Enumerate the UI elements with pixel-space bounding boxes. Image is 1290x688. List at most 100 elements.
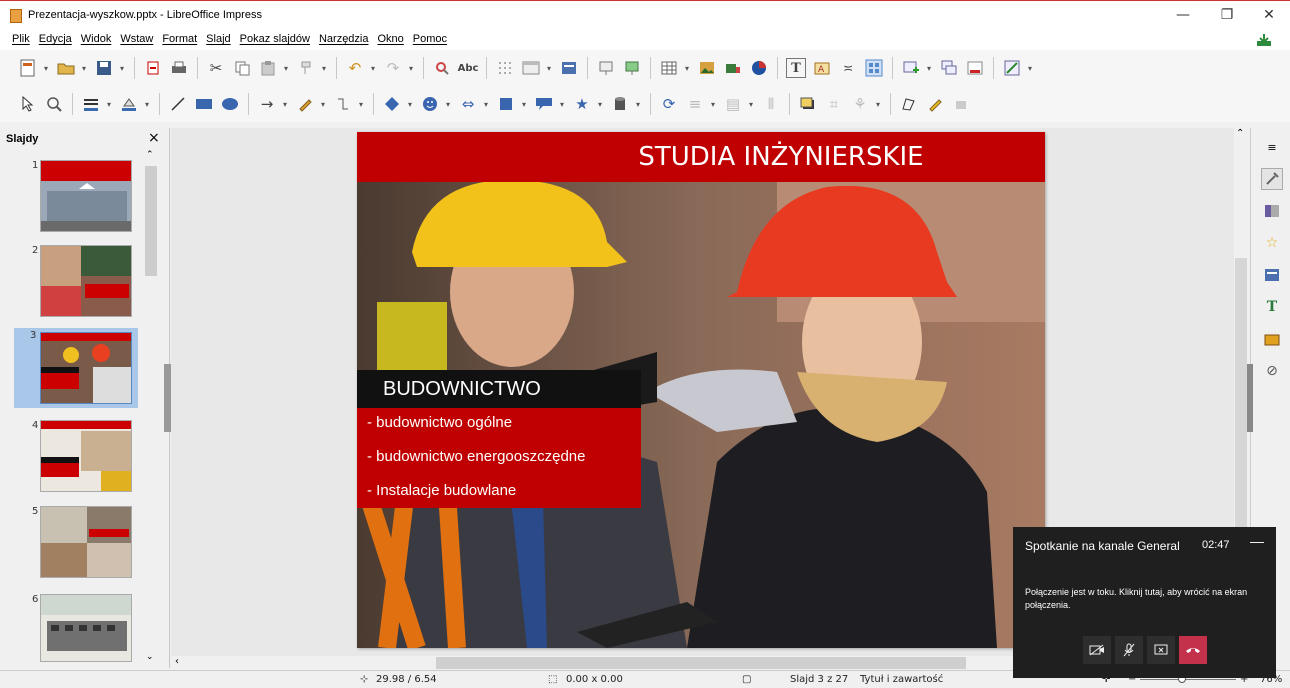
slide-thumbnail-2[interactable] [40, 245, 132, 317]
basic-shapes-dropdown-icon[interactable]: ▾ [408, 100, 414, 109]
rotate-icon[interactable]: ⟳ [659, 94, 679, 114]
menu-pokaz-slajdow[interactable]: Pokaz slajdów [240, 33, 310, 45]
insert-table-icon[interactable] [659, 58, 679, 78]
slide-thumbnail-5[interactable] [40, 506, 132, 578]
flowchart-dropdown-icon[interactable]: ▾ [522, 100, 528, 109]
copy-icon[interactable] [232, 58, 252, 78]
sidebar-collapse-handle[interactable] [1247, 364, 1253, 432]
scroll-down-icon[interactable]: ⌄ [146, 652, 154, 662]
symbol-shapes-icon[interactable] [420, 94, 440, 114]
zoom-pan-icon[interactable] [44, 94, 64, 114]
print-icon[interactable] [169, 58, 189, 78]
stop-sharing-icon[interactable] [1147, 636, 1175, 664]
hang-up-button[interactable] [1179, 636, 1207, 664]
curve-dropdown-icon[interactable]: ▾ [321, 100, 327, 109]
master-slide-icon[interactable] [559, 58, 579, 78]
undo-dropdown-icon[interactable]: ▾ [371, 64, 377, 73]
arrange-dropdown-icon[interactable]: ▾ [749, 100, 755, 109]
align-dropdown-icon[interactable]: ▾ [711, 100, 717, 109]
stars-dropdown-icon[interactable]: ▾ [598, 100, 604, 109]
save-icon[interactable] [94, 58, 114, 78]
redo-dropdown-icon[interactable]: ▾ [409, 64, 415, 73]
popup-minimize-button[interactable]: — [1250, 533, 1264, 549]
paste-dropdown-icon[interactable]: ▾ [284, 64, 290, 73]
slide-layout-icon[interactable] [1002, 58, 1022, 78]
connector-icon[interactable] [333, 94, 353, 114]
cut-icon[interactable]: ✂ [206, 58, 226, 78]
scrollbar-thumb[interactable] [436, 657, 966, 669]
menu-slajd[interactable]: Slajd [206, 33, 230, 45]
3d-objects-icon[interactable] [610, 94, 630, 114]
paste-icon[interactable] [258, 58, 278, 78]
start-current-slide-icon[interactable] [622, 58, 642, 78]
filter-icon[interactable]: ⚘ [850, 94, 870, 114]
flowchart-icon[interactable] [496, 94, 516, 114]
spellcheck-icon[interactable]: Abc [458, 58, 479, 78]
sidebar-menu-icon[interactable]: ≡ [1261, 136, 1283, 158]
scroll-left-icon[interactable]: ‹ [175, 656, 179, 667]
styles-icon[interactable]: T [1261, 296, 1283, 318]
callout-dropdown-icon[interactable]: ▾ [560, 100, 566, 109]
show-draw-functions-icon[interactable]: ≍ [838, 58, 858, 78]
insert-image-icon[interactable] [697, 58, 717, 78]
basic-shapes-icon[interactable] [382, 94, 402, 114]
menu-plik[interactable]: Plik [12, 33, 30, 45]
arrange-icon[interactable]: ▤ [723, 94, 743, 114]
block-arrows-icon[interactable]: ⇔ [458, 94, 478, 114]
scroll-up-icon[interactable]: ⌃ [1236, 128, 1244, 139]
find-replace-icon[interactable] [432, 58, 452, 78]
open-folder-icon[interactable] [56, 58, 76, 78]
gallery-icon[interactable] [1261, 328, 1283, 350]
clone-formatting-icon[interactable] [296, 58, 316, 78]
filter-dropdown-icon[interactable]: ▾ [876, 100, 882, 109]
duplicate-slide-icon[interactable] [939, 58, 959, 78]
animation-icon[interactable]: ☆ [1261, 232, 1283, 254]
properties-icon[interactable] [1261, 168, 1283, 190]
scroll-up-icon[interactable]: ⌃ [146, 150, 154, 160]
line-tool-icon[interactable] [168, 94, 188, 114]
insert-chart-icon[interactable] [749, 58, 769, 78]
new-slide-icon[interactable] [901, 58, 921, 78]
stars-icon[interactable]: ★ [572, 94, 592, 114]
slide-thumbnail-1[interactable] [40, 160, 132, 232]
arrow-lines-dropdown-icon[interactable]: ▾ [283, 100, 289, 109]
crop-icon[interactable]: ⌗ [824, 94, 844, 114]
shadow-icon[interactable] [798, 94, 818, 114]
delete-slide-icon[interactable] [965, 58, 985, 78]
insert-fontwork-icon[interactable]: A [812, 58, 832, 78]
teams-call-popup[interactable]: Spotkanie na kanale General 02:47 — Połą… [1013, 527, 1276, 678]
document-modified-icon[interactable]: ▢ [742, 674, 751, 685]
menu-okno[interactable]: Okno [378, 33, 404, 45]
views-dropdown-icon[interactable]: ▾ [547, 64, 553, 73]
export-pdf-icon[interactable] [143, 58, 163, 78]
points-edit-icon[interactable] [899, 94, 919, 114]
menu-wstaw[interactable]: Wstaw [120, 33, 153, 45]
display-grid-icon[interactable] [495, 58, 515, 78]
glue-points-icon[interactable] [925, 94, 945, 114]
fill-color-icon[interactable] [119, 94, 139, 114]
curve-pencil-icon[interactable] [295, 94, 315, 114]
slide-thumbnail-6[interactable] [40, 594, 132, 662]
display-views-icon[interactable] [521, 58, 541, 78]
connector-dropdown-icon[interactable]: ▾ [359, 100, 365, 109]
call-status-message[interactable]: Połączenie jest w toku. Kliknij tutaj, a… [1025, 586, 1265, 612]
table-dropdown-icon[interactable]: ▾ [685, 64, 691, 73]
line-color-dropdown-icon[interactable]: ▾ [107, 100, 113, 109]
slide-transition-icon[interactable] [1261, 200, 1283, 222]
master-slides-icon[interactable] [1261, 264, 1283, 286]
align-objects-icon[interactable]: ≡ [685, 94, 705, 114]
distribute-icon[interactable]: ⫴ [761, 94, 781, 114]
update-available-icon[interactable] [1256, 33, 1272, 47]
block-arrows-dropdown-icon[interactable]: ▾ [484, 100, 490, 109]
menu-narzedzia[interactable]: Narzędzia [319, 33, 369, 45]
slide-canvas[interactable]: STUDIA INŻYNIERSKIE BUDOWNICTWO - budown… [357, 132, 1045, 648]
callout-shapes-icon[interactable] [534, 94, 554, 114]
camera-off-icon[interactable] [1083, 636, 1111, 664]
insert-media-icon[interactable] [723, 58, 743, 78]
display-mode-icon[interactable] [864, 58, 884, 78]
undo-icon[interactable]: ↶ [345, 58, 365, 78]
new-dropdown-icon[interactable]: ▾ [44, 64, 50, 73]
new-document-icon[interactable] [18, 58, 38, 78]
menu-widok[interactable]: Widok [81, 33, 112, 45]
new-slide-dropdown-icon[interactable]: ▾ [927, 64, 933, 73]
